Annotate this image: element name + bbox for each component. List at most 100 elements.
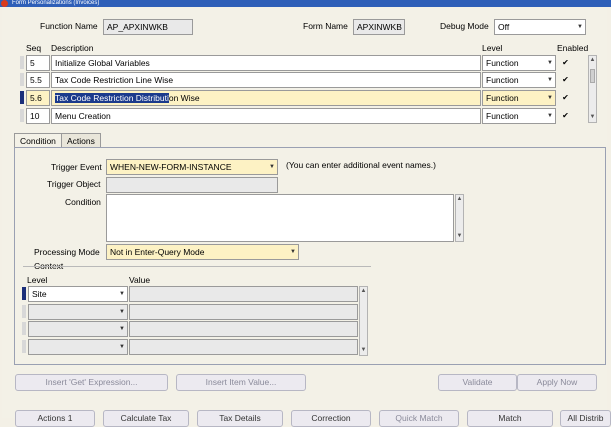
level-value: Function: [486, 93, 519, 103]
scroll-down-icon[interactable]: ▼: [589, 113, 596, 122]
chevron-down-icon[interactable]: ▼: [119, 287, 125, 301]
chevron-down-icon[interactable]: ▼: [577, 20, 583, 34]
quick-match-button[interactable]: Quick Match: [379, 410, 459, 427]
row-selector[interactable]: [20, 109, 24, 122]
window-titlebar: Form Personalizations (Invoices): [0, 0, 611, 7]
description-cell[interactable]: Initialize Global Variables: [51, 55, 481, 71]
all-distributions-button[interactable]: All Distrib: [560, 410, 611, 427]
description-cell[interactable]: Tax Code Restriction Line Wise: [51, 72, 481, 88]
level-value: Function: [486, 58, 519, 68]
function-name-field[interactable]: AP_APXINWKB: [103, 19, 193, 35]
level-value: Function: [486, 111, 519, 121]
scroll-thumb[interactable]: [590, 69, 595, 83]
form-name-label: Form Name: [303, 21, 348, 31]
enabled-checkbox[interactable]: ✔: [561, 58, 570, 67]
row-selector[interactable]: [22, 305, 26, 318]
seq-cell[interactable]: 5: [26, 55, 50, 71]
debug-mode-label: Debug Mode: [440, 21, 489, 31]
chevron-down-icon[interactable]: ▼: [119, 322, 125, 336]
insert-item-value-button[interactable]: Insert Item Value...: [176, 374, 306, 391]
function-name-label: Function Name: [40, 21, 98, 31]
row-selector-current[interactable]: [20, 91, 24, 104]
form-name-field[interactable]: APXINWKB: [353, 19, 405, 35]
scroll-down-icon[interactable]: ▼: [360, 346, 367, 355]
enabled-header: Enabled: [557, 43, 589, 53]
enabled-checkbox[interactable]: ✔: [561, 111, 570, 120]
level-select[interactable]: Function ▼: [482, 90, 556, 106]
trigger-event-value: WHEN-NEW-FORM-INSTANCE: [110, 162, 232, 172]
row-selector[interactable]: [22, 322, 26, 335]
level-select[interactable]: Function ▼: [482, 72, 556, 88]
context-scrollbar[interactable]: ▲ ▼: [359, 286, 368, 356]
calculate-tax-button[interactable]: Calculate Tax: [103, 410, 189, 427]
trigger-event-field[interactable]: WHEN-NEW-FORM-INSTANCE ▼: [106, 159, 278, 175]
match-button[interactable]: Match: [467, 410, 553, 427]
context-divider: [23, 266, 371, 267]
scroll-up-icon[interactable]: ▲: [456, 195, 463, 204]
processing-mode-select[interactable]: Not in Enter-Query Mode ▼: [106, 244, 299, 260]
window-title: Form Personalizations (Invoices): [12, 0, 100, 6]
seq-cell[interactable]: 5.6: [26, 90, 50, 106]
chevron-down-icon[interactable]: ▼: [547, 56, 553, 70]
chevron-down-icon[interactable]: ▼: [119, 340, 125, 354]
chevron-down-icon[interactable]: ▼: [547, 73, 553, 87]
row-selector-current[interactable]: [22, 287, 26, 300]
tab-actions[interactable]: Actions: [61, 133, 101, 148]
apply-now-button[interactable]: Apply Now: [517, 374, 597, 391]
validate-button[interactable]: Validate: [438, 374, 517, 391]
context-level-select[interactable]: ▼: [28, 304, 128, 320]
context-value-header: Value: [129, 275, 151, 285]
seq-cell[interactable]: 10: [26, 108, 50, 124]
trigger-object-field[interactable]: [106, 177, 278, 193]
scroll-down-icon[interactable]: ▼: [456, 232, 463, 241]
tab-condition[interactable]: Condition: [14, 133, 62, 148]
tax-details-button[interactable]: Tax Details: [197, 410, 283, 427]
condition-textarea[interactable]: [106, 194, 454, 242]
correction-button[interactable]: Correction: [291, 410, 371, 427]
trigger-event-label: Trigger Event: [51, 162, 102, 172]
debug-mode-value: Off: [498, 22, 510, 32]
level-header: Level: [482, 43, 503, 53]
processing-mode-label: Processing Mode: [34, 247, 100, 257]
scroll-up-icon[interactable]: ▲: [360, 287, 367, 296]
actions-button[interactable]: Actions 1: [15, 410, 95, 427]
context-level-select[interactable]: ▼: [28, 321, 128, 337]
condition-scrollbar[interactable]: ▲ ▼: [455, 194, 464, 242]
processing-mode-value: Not in Enter-Query Mode: [110, 247, 205, 257]
level-value: Function: [486, 75, 519, 85]
row-selector[interactable]: [20, 56, 24, 69]
seq-header: Seq: [26, 43, 42, 53]
seq-cell[interactable]: 5.5: [26, 72, 50, 88]
trigger-object-label: Trigger Object: [47, 179, 101, 189]
level-select[interactable]: Function ▼: [482, 108, 556, 124]
enabled-checkbox[interactable]: ✔: [561, 75, 570, 84]
selected-text: Tax Code Restriction Distributi: [55, 93, 169, 103]
row-selector[interactable]: [20, 73, 24, 86]
rules-scrollbar[interactable]: ▲ ▼: [588, 55, 597, 123]
debug-mode-select[interactable]: Off ▼: [494, 19, 586, 35]
insert-get-expression-button[interactable]: Insert 'Get' Expression...: [15, 374, 168, 391]
trigger-event-hint: (You can enter additional event names.): [286, 160, 436, 170]
app-icon: [1, 0, 8, 7]
context-value-field[interactable]: [129, 321, 358, 337]
context-level-select[interactable]: ▼: [28, 339, 128, 355]
enabled-checkbox[interactable]: ✔: [561, 93, 570, 102]
chevron-down-icon[interactable]: ▼: [547, 109, 553, 123]
scroll-up-icon[interactable]: ▲: [589, 56, 596, 65]
context-level-header: Level: [27, 275, 48, 285]
description-header: Description: [51, 43, 94, 53]
context-value-field[interactable]: [129, 304, 358, 320]
context-value-field[interactable]: [129, 286, 358, 302]
chevron-down-icon[interactable]: ▼: [290, 245, 296, 259]
context-value-field[interactable]: [129, 339, 358, 355]
chevron-down-icon[interactable]: ▼: [269, 160, 275, 174]
level-select[interactable]: Function ▼: [482, 55, 556, 71]
row-selector[interactable]: [22, 340, 26, 353]
chevron-down-icon[interactable]: ▼: [547, 91, 553, 105]
description-cell[interactable]: Menu Creation: [51, 108, 481, 124]
description-cell[interactable]: Tax Code Restriction Distribution Wise: [51, 90, 481, 106]
chevron-down-icon[interactable]: ▼: [119, 305, 125, 319]
description-text: on Wise: [168, 93, 200, 103]
context-level-value: Site: [32, 289, 47, 299]
context-level-select[interactable]: Site ▼: [28, 286, 128, 302]
